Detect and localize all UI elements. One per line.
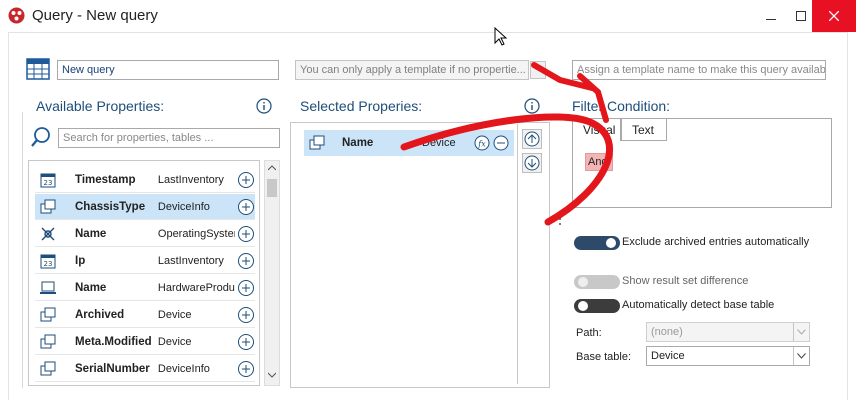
device-info-icon bbox=[40, 334, 56, 348]
chevron-down-icon bbox=[793, 347, 809, 365]
device-info-icon bbox=[40, 307, 56, 321]
list-item[interactable]: ChassisType DeviceInfo bbox=[35, 194, 255, 220]
exclude-archived-label: Exclude archived entries automatically bbox=[622, 236, 810, 248]
calendar-icon: 23 bbox=[40, 254, 56, 268]
available-properties-title: Available Properties: bbox=[34, 98, 167, 114]
list-item[interactable]: Meta.Modified Device bbox=[35, 329, 255, 355]
template-name-input[interactable]: Assign a template name to make this quer… bbox=[572, 60, 826, 80]
device-info-icon bbox=[40, 361, 56, 375]
chevron-down-icon bbox=[793, 323, 809, 341]
title-bar: Query - New query bbox=[0, 0, 856, 32]
list-item[interactable]: Name HardwareProduct bbox=[35, 275, 255, 301]
selected-property-row[interactable]: Name Device fx bbox=[304, 130, 514, 156]
list-item[interactable]: 23 Timestamp LastInventory bbox=[35, 167, 255, 193]
minimize-icon bbox=[766, 19, 776, 20]
close-icon bbox=[829, 11, 839, 21]
exclude-archived-toggle[interactable] bbox=[574, 236, 620, 250]
function-icon[interactable]: fx bbox=[474, 135, 490, 151]
info-icon[interactable] bbox=[256, 98, 272, 114]
scroll-thumb[interactable] bbox=[267, 179, 277, 197]
add-icon[interactable] bbox=[237, 306, 255, 324]
path-select[interactable]: (none) bbox=[646, 322, 810, 342]
search-input[interactable]: Search for properties, tables ... bbox=[58, 128, 280, 148]
svg-text:fx: fx bbox=[477, 140, 486, 149]
list-item[interactable]: 23 Ip LastInventory bbox=[35, 248, 255, 274]
selected-properties-panel bbox=[290, 122, 550, 388]
tab-visual[interactable]: Visual bbox=[573, 119, 621, 141]
add-icon[interactable] bbox=[237, 198, 255, 216]
detect-base-table-toggle[interactable] bbox=[574, 299, 620, 313]
base-table-label: Base table: bbox=[576, 351, 632, 363]
detect-base-table-label: Automatically detect base table bbox=[622, 299, 775, 311]
base-table-select[interactable]: Device bbox=[646, 346, 810, 366]
add-icon[interactable] bbox=[237, 360, 255, 378]
search-icon bbox=[31, 127, 50, 147]
info-icon[interactable] bbox=[524, 98, 540, 114]
filter-condition-title: Filter Condition: bbox=[572, 98, 671, 114]
add-icon[interactable] bbox=[237, 279, 255, 297]
table-icon bbox=[26, 58, 50, 80]
add-icon[interactable] bbox=[237, 252, 255, 270]
svg-text:23: 23 bbox=[44, 179, 53, 187]
svg-text:23: 23 bbox=[44, 260, 53, 268]
selected-properties-title: Selected Properies: bbox=[300, 98, 423, 114]
show-difference-label: Show result set difference bbox=[622, 275, 749, 287]
splitter-grip[interactable] bbox=[558, 212, 562, 226]
window-title: Query - New query bbox=[32, 7, 158, 24]
chevron-up-icon[interactable] bbox=[268, 164, 276, 172]
close-button[interactable] bbox=[812, 0, 856, 32]
selected-property-name: Name bbox=[342, 137, 374, 149]
show-difference-toggle[interactable] bbox=[574, 275, 620, 289]
add-icon[interactable] bbox=[237, 333, 255, 351]
template-select[interactable]: You can only apply a template if no prop… bbox=[295, 60, 529, 80]
and-chip[interactable]: And bbox=[585, 153, 613, 171]
add-icon[interactable] bbox=[237, 171, 255, 189]
mouse-cursor-icon bbox=[494, 27, 508, 46]
selected-property-table: Device bbox=[422, 137, 456, 149]
list-item[interactable]: Archived Device bbox=[35, 302, 255, 328]
list-item[interactable]: Name OperatingSystem bbox=[35, 221, 255, 247]
os-icon bbox=[41, 227, 55, 240]
list-scrollbar[interactable] bbox=[264, 160, 280, 386]
calendar-icon: 23 bbox=[40, 173, 56, 187]
path-label: Path: bbox=[576, 327, 602, 339]
tab-text[interactable]: Text bbox=[621, 119, 667, 141]
minimize-button[interactable] bbox=[756, 0, 786, 32]
available-properties-list: 23 Timestamp LastInventory ChassisType D… bbox=[28, 160, 260, 386]
add-icon[interactable] bbox=[237, 225, 255, 243]
list-item[interactable]: SerialNumber DeviceInfo bbox=[35, 356, 255, 382]
move-down-icon[interactable] bbox=[522, 153, 542, 173]
app-logo-icon bbox=[8, 7, 25, 24]
hardware-icon bbox=[40, 281, 56, 294]
chevron-down-icon[interactable] bbox=[268, 371, 276, 379]
device-info-icon bbox=[309, 135, 325, 150]
device-info-icon bbox=[40, 199, 56, 213]
template-dropdown-button[interactable] bbox=[530, 61, 546, 79]
remove-icon[interactable] bbox=[493, 135, 509, 151]
maximize-icon bbox=[796, 11, 806, 21]
move-up-icon[interactable] bbox=[522, 129, 542, 149]
resize-grip[interactable]: ..... bbox=[419, 394, 438, 400]
filter-tabs: Visual Text And bbox=[572, 118, 832, 208]
query-name-input[interactable]: New query bbox=[57, 60, 279, 80]
